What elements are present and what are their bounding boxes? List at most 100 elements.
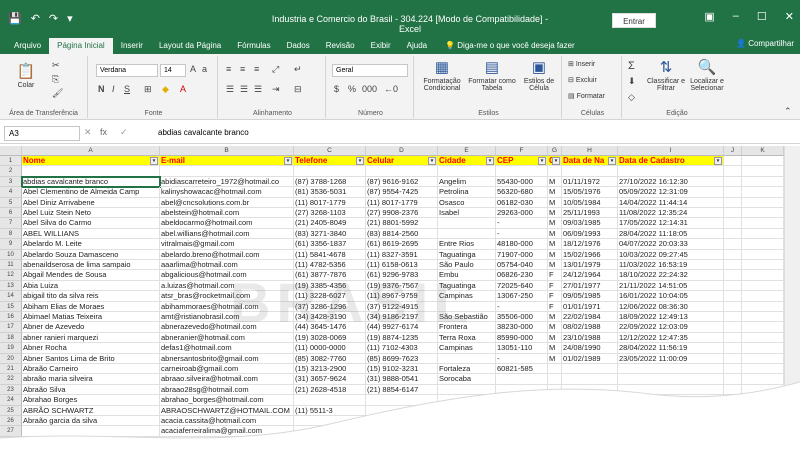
empty-cell[interactable] (742, 156, 784, 167)
grid-cell[interactable]: 10/03/2022 09:27:45 (618, 249, 724, 260)
grid-cell[interactable] (438, 166, 496, 177)
header-cell[interactable]: CEP ▾ (496, 156, 548, 167)
grid-cell[interactable] (562, 166, 618, 177)
grid-cell[interactable]: 12/12/2022 12:47:35 (618, 332, 724, 344)
grid-cell[interactable]: F (548, 270, 562, 281)
grid-cell[interactable]: 29263-000 (496, 208, 548, 219)
tab-formulas[interactable]: Fórmulas (229, 38, 278, 54)
header-cell[interactable]: Data de Cadastro ▾ (618, 156, 724, 167)
grid-cell[interactable]: - (496, 218, 548, 229)
format-painter-icon[interactable]: 🖌 (52, 88, 63, 99)
grid-cell[interactable]: Angelim (438, 176, 496, 188)
grid-cell[interactable] (724, 280, 742, 292)
cancel-entry-icon[interactable]: ✕ (84, 127, 92, 138)
grid-cell[interactable]: 27/01/1977 (562, 280, 618, 292)
bold-icon[interactable]: N (98, 84, 105, 94)
filter-dropdown-icon[interactable]: ▾ (552, 157, 560, 165)
grid-cell[interactable]: 10/05/1984 (562, 197, 618, 208)
merge-icon[interactable]: ⊟ (294, 84, 302, 95)
tab-inserir[interactable]: Inserir (113, 38, 151, 54)
grid-cell[interactable] (724, 312, 742, 323)
grid-cell[interactable]: M (548, 218, 562, 229)
grid-cell[interactable]: 72025-640 (496, 280, 548, 292)
grid-cell[interactable]: 13067-250 (496, 291, 548, 302)
grid-cell[interactable]: (61) 3356-1837 (294, 239, 366, 250)
grid-cell[interactable] (724, 322, 742, 333)
row-header[interactable]: 14 (0, 291, 22, 302)
sign-in-button[interactable]: Entrar (612, 13, 656, 28)
grid-cell[interactable]: 11/08/2022 12:35:24 (618, 208, 724, 219)
cut-icon[interactable]: ✂ (52, 60, 60, 71)
column-header-b[interactable]: B (160, 146, 294, 156)
column-header-j[interactable]: J (724, 146, 742, 156)
row-header[interactable]: 13 (0, 280, 22, 292)
cell-styles-button[interactable]: ▣ Estilos de Célula (518, 58, 560, 92)
empty-cell[interactable] (724, 156, 742, 167)
insert-cells-button[interactable]: ⊞ Inserir (568, 60, 595, 68)
grid-cell[interactable]: (87) 9616-9162 (366, 176, 438, 188)
grid-cell[interactable]: (11) 5841-4678 (294, 249, 366, 260)
grid-cell[interactable] (742, 270, 784, 281)
grid-cell[interactable]: 35506-000 (496, 312, 548, 323)
save-icon[interactable]: 💾 (8, 12, 22, 25)
minimize-icon[interactable]: – (733, 10, 739, 23)
formula-input[interactable]: abdias cavalcante branco (158, 128, 249, 137)
grid-cell[interactable]: abidiascarreteiro_1972@hotmail.co (160, 176, 294, 188)
grid-cell[interactable]: - (496, 228, 548, 240)
grid-cell[interactable]: Abgail Mendes de Sousa (22, 270, 160, 281)
grid-cell[interactable]: (61) 8619-2695 (366, 239, 438, 250)
row-header[interactable]: 3 (0, 176, 22, 188)
grid-cell[interactable]: 17/05/2022 12:14:31 (618, 218, 724, 229)
column-header-c[interactable]: C (294, 146, 366, 156)
grid-cell[interactable] (742, 228, 784, 240)
grid-cell[interactable]: ABEL WILLIANS (22, 228, 160, 240)
grid-cell[interactable]: 05/09/2022 12:31:09 (618, 187, 724, 198)
active-cell[interactable]: abdias cavalcante branco (21, 175, 161, 189)
grid-cell[interactable]: M (548, 343, 562, 354)
grid-cell[interactable]: 09/03/1985 (562, 218, 618, 229)
increase-decimal-icon[interactable]: ←0 (384, 84, 398, 94)
confirm-entry-icon[interactable]: ✓ (120, 127, 128, 138)
format-table-button[interactable]: ▤ Formatar como Tabela (468, 58, 516, 92)
grid-cell[interactable]: Abelardo M. Leite (22, 239, 160, 250)
grid-cell[interactable]: 22/09/2022 12:03:09 (618, 322, 724, 333)
select-all-corner[interactable] (0, 146, 22, 156)
grid-cell[interactable] (724, 249, 742, 260)
grid-cell[interactable]: M (548, 197, 562, 208)
grid-cell[interactable] (724, 270, 742, 281)
tab-ajuda[interactable]: Ajuda (399, 38, 435, 54)
grid-cell[interactable] (724, 208, 742, 219)
grid-cell[interactable]: Abel Clementino de Almeida Camp (22, 187, 160, 198)
column-header-i[interactable]: I (618, 146, 724, 156)
grid-cell[interactable] (294, 166, 366, 177)
grid-cell[interactable]: Abelardo Souza Damasceno (22, 249, 160, 260)
grid-cell[interactable]: 25/11/1993 (562, 208, 618, 219)
grid-cell[interactable]: M (548, 239, 562, 250)
header-cell[interactable]: G▾ (548, 156, 562, 167)
grid-cell[interactable]: M (548, 187, 562, 198)
grid-cell[interactable]: 48180-000 (496, 239, 548, 250)
tab-arquivo[interactable]: Arquivo (6, 38, 49, 54)
grid-cell[interactable]: 16/01/2022 10:04:05 (618, 291, 724, 302)
grid-cell[interactable]: 08/02/1988 (562, 322, 618, 333)
grid-cell[interactable]: abelardo.breno@hotmail.com (160, 249, 294, 260)
paste-button[interactable]: 📋 Colar (8, 62, 44, 89)
tell-me-search[interactable]: 💡 Diga-me o que você deseja fazer (435, 38, 575, 54)
grid-cell[interactable] (742, 291, 784, 302)
grid-cell[interactable]: Taguatinga (438, 249, 496, 260)
grid-cell[interactable] (742, 322, 784, 333)
align-middle-icon[interactable]: ≡ (240, 64, 245, 74)
close-icon[interactable]: ✕ (785, 10, 794, 23)
grid-cell[interactable]: 22/02/1984 (562, 312, 618, 323)
grid-cell[interactable]: abel.willians@hotmail.com (160, 228, 294, 240)
indent-icon[interactable]: ⇥ (272, 84, 280, 95)
grid-cell[interactable]: 18/09/2022 12:49:13 (618, 312, 724, 323)
grid-cell[interactable]: 55430-000 (496, 176, 548, 188)
grid-cell[interactable]: Osasco (438, 197, 496, 208)
share-button[interactable]: 👤 Compartilhar (736, 39, 794, 48)
grid-cell[interactable] (742, 332, 784, 344)
row-header[interactable]: 5 (0, 197, 22, 208)
grid-cell[interactable]: 28/04/2022 11:56:19 (618, 343, 724, 354)
undo-icon[interactable]: ↶ (31, 12, 40, 25)
grid-cell[interactable] (742, 301, 784, 312)
